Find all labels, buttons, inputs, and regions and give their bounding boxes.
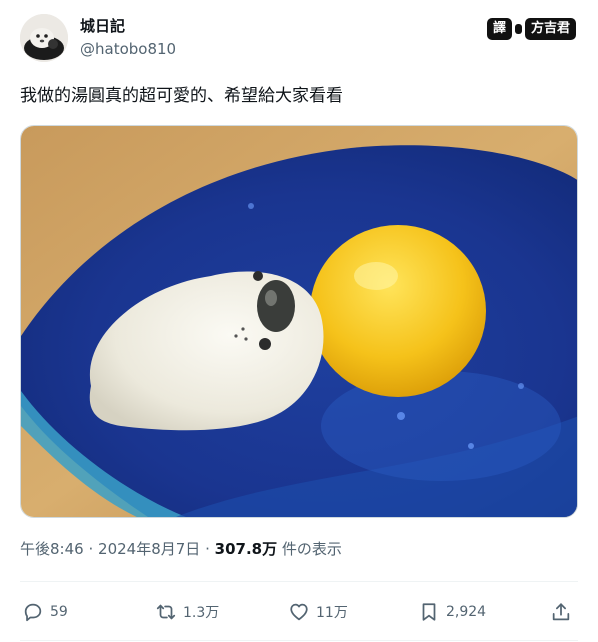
display-name[interactable]: 城日記 bbox=[80, 16, 176, 36]
watermark-left-label: 譯 bbox=[486, 18, 512, 40]
reply-icon bbox=[24, 603, 42, 622]
tweet-meta: 午後8:46 · 2024年8月7日 · 307.8万 件の表示 bbox=[20, 539, 342, 559]
share-icon bbox=[552, 603, 570, 621]
views-count: 307.8万 bbox=[214, 540, 278, 558]
heart-icon bbox=[290, 603, 308, 621]
retweet-button[interactable]: 1.3万 bbox=[155, 595, 219, 629]
like-button[interactable]: 11万 bbox=[288, 595, 348, 629]
tweet-time[interactable]: 午後8:46 bbox=[20, 540, 84, 558]
views-label: 件の表示 bbox=[281, 540, 342, 558]
avatar[interactable] bbox=[20, 14, 68, 62]
retweet-icon bbox=[156, 604, 176, 620]
handle[interactable]: @hatobo810 bbox=[80, 39, 176, 59]
bookmark-button[interactable]: 2,924 bbox=[418, 595, 486, 629]
watermark-dot-icon bbox=[514, 24, 522, 34]
divider bbox=[20, 640, 578, 641]
divider bbox=[20, 581, 578, 582]
tweet-text: 我做的湯圓真的超可愛的、希望給大家看看 bbox=[20, 86, 343, 106]
bookmark-count: 2,924 bbox=[446, 604, 487, 620]
watermark-right-label: 方吉君 bbox=[524, 18, 576, 40]
author-info: 城日記 @hatobo810 bbox=[80, 16, 176, 59]
meta-separator: · bbox=[88, 540, 94, 558]
photo-seal-tangyuan bbox=[21, 126, 577, 517]
watermark: 譯 方吉君 bbox=[486, 18, 576, 40]
like-count: 11万 bbox=[316, 605, 348, 621]
bookmark-icon bbox=[422, 603, 436, 621]
avatar-seal-icon bbox=[20, 14, 68, 62]
action-bar: 59 1.3万 11万 2,924 bbox=[20, 595, 578, 629]
reply-button[interactable]: 59 bbox=[22, 595, 68, 629]
tweet-header: 城日記 @hatobo810 譯 方吉君 bbox=[20, 14, 578, 64]
share-button[interactable] bbox=[550, 595, 572, 629]
tweet-date[interactable]: 2024年8月7日 bbox=[98, 540, 200, 558]
tweet-photo[interactable] bbox=[20, 125, 578, 518]
meta-separator: · bbox=[205, 540, 210, 558]
retweet-count: 1.3万 bbox=[183, 605, 220, 621]
reply-count: 59 bbox=[50, 604, 68, 620]
